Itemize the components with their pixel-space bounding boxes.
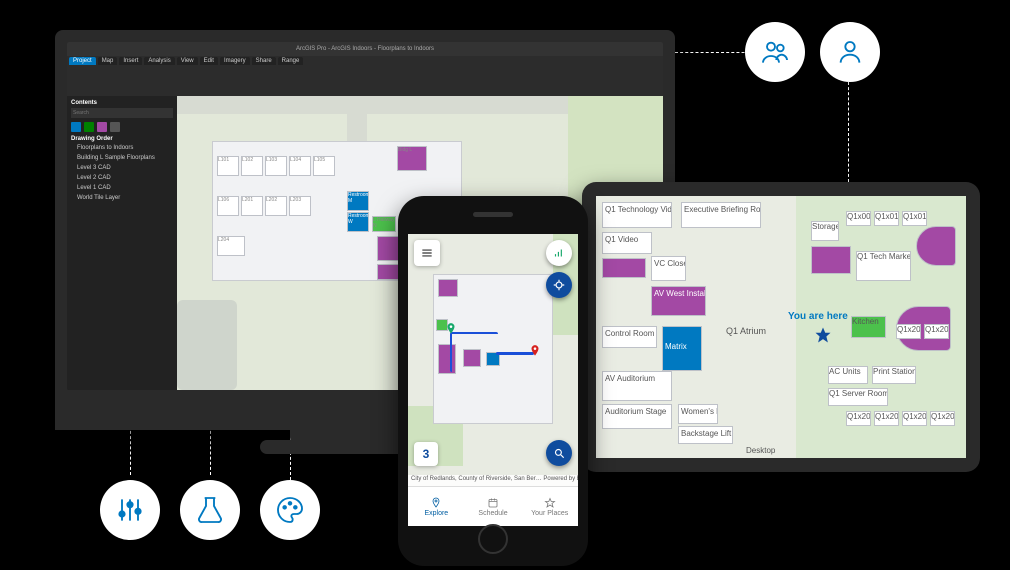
desktop-label: Desktop [746, 446, 775, 455]
you-are-here-label: You are here [788, 311, 848, 322]
phone-map[interactable]: 3 City of Redlands, County of Riverside,… [408, 234, 578, 486]
room: L203 [289, 196, 311, 216]
room [916, 226, 956, 266]
room: AV West Install Room [651, 286, 706, 316]
room: Matrix [662, 326, 702, 371]
ribbon-tab[interactable]: Share [252, 57, 276, 65]
room: VC Closet [651, 256, 686, 281]
toc-toolbar[interactable] [71, 122, 173, 132]
ribbon-tab[interactable]: Range [278, 57, 304, 65]
drawing-order-label: Drawing Order [71, 136, 173, 142]
room: Q1 Technology Video [602, 202, 672, 228]
signal-button[interactable] [546, 240, 572, 266]
palette-icon [260, 480, 320, 540]
room: Kitchen [851, 316, 886, 338]
ribbon-tab[interactable]: Imagery [220, 57, 250, 65]
tab-label: Schedule [478, 510, 507, 517]
room: L202 [265, 196, 287, 216]
room: L101 [217, 156, 239, 176]
ribbon[interactable]: Project Map Insert Analysis View Edit Im… [67, 56, 663, 96]
room: Q1x007 [846, 211, 871, 226]
sliders-icon [100, 480, 160, 540]
room-label: Q1 Atrium [726, 326, 766, 336]
room: Q1x2041 [874, 411, 899, 426]
bottom-nav: Explore Schedule Your Places [408, 486, 578, 526]
search-button[interactable] [546, 440, 572, 466]
room: AV Auditorium [602, 371, 672, 401]
layer-item[interactable]: Floorplans to Indoors [71, 144, 173, 152]
you-are-here-star-icon [814, 326, 832, 344]
map-attribution: City of Redlands, County of Riverside, S… [408, 475, 578, 486]
tab-your-places[interactable]: Your Places [521, 487, 578, 526]
ribbon-tab[interactable]: Edit [200, 57, 218, 65]
room: AC Units [828, 366, 868, 384]
room: L102 [241, 156, 263, 176]
room [811, 246, 851, 274]
layer-item[interactable]: Level 3 CAD [71, 164, 173, 172]
room [602, 258, 646, 278]
room: Q1x2040 [846, 411, 871, 426]
origin-pin-icon [444, 322, 458, 336]
tab-explore[interactable]: Explore [408, 487, 465, 526]
room: Q1x010 [874, 211, 899, 226]
lab-icon [180, 480, 240, 540]
room: Executive Briefing Room Kitchen [681, 202, 761, 228]
room: Q1x013 [902, 211, 927, 226]
user-icon [820, 22, 880, 82]
room: Restroom W [347, 212, 369, 232]
room: Q1x2042 [902, 411, 927, 426]
tab-label: Your Places [531, 510, 568, 517]
room: Women's L [678, 404, 718, 424]
ribbon-tab-project[interactable]: Project [69, 57, 96, 65]
tablet-map[interactable]: Q1 Technology Video Q1 Video Executive B… [596, 196, 966, 458]
room: Print Station [872, 366, 916, 384]
room: Backstage Lift [678, 426, 733, 444]
tab-schedule[interactable]: Schedule [465, 487, 522, 526]
room: Q1 Video [602, 232, 652, 254]
room: Q1x2043 [930, 411, 955, 426]
room: L104 [289, 156, 311, 176]
tablet-device: Q1 Technology Video Q1 Video Executive B… [582, 182, 980, 472]
room: L105 [313, 156, 335, 176]
connector [848, 82, 849, 182]
room: L204 [217, 236, 245, 256]
room: L103 [265, 156, 287, 176]
menu-button[interactable] [414, 240, 440, 266]
room: Q1 Tech Marketing Video [856, 251, 911, 281]
room: Control Room [602, 326, 657, 348]
room: Q1x2020 [896, 324, 921, 339]
locate-button[interactable] [546, 272, 572, 298]
window-title: ArcGIS Pro - ArcGIS Indoors - Floorplans… [67, 42, 663, 56]
ribbon-tab[interactable]: View [177, 57, 198, 65]
tab-label: Explore [424, 510, 448, 517]
contents-pane[interactable]: Contents Drawing Order Floorplans to Ind… [67, 96, 177, 390]
ribbon-tab[interactable]: Analysis [144, 57, 174, 65]
room: Restroom M [347, 191, 369, 211]
room: Bldg L [397, 146, 427, 171]
ribbon-tab[interactable]: Map [98, 57, 118, 65]
layer-item[interactable]: World Tile Layer [71, 194, 173, 202]
phone-app: 3 City of Redlands, County of Riverside,… [408, 234, 578, 526]
contents-header: Contents [71, 100, 173, 106]
destination-pin-icon [528, 344, 542, 358]
ribbon-tab[interactable]: Insert [119, 57, 142, 65]
level-selector[interactable]: 3 [414, 442, 438, 466]
contents-search[interactable] [71, 108, 173, 118]
layer-item[interactable]: Building L Sample Floorplans [71, 154, 173, 162]
room: Q1 Server Room [828, 388, 888, 406]
room: Auditorium Stage [602, 404, 672, 429]
room: L Hallway N [372, 216, 396, 232]
layer-item[interactable]: Level 1 CAD [71, 184, 173, 192]
phone-device: 3 City of Redlands, County of Riverside,… [398, 196, 588, 566]
room: Storage Room [811, 221, 839, 241]
room: L201 [241, 196, 263, 216]
room: Q1x2021 [924, 324, 949, 339]
users-icon [745, 22, 805, 82]
layer-item[interactable]: Level 2 CAD [71, 174, 173, 182]
room: L106 [217, 196, 239, 216]
